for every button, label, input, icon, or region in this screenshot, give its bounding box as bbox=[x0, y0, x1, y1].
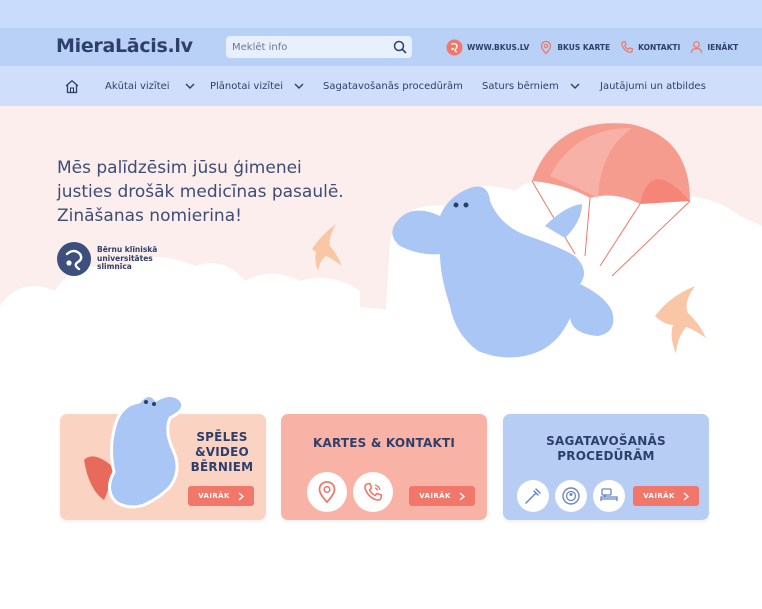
bkus-circle-icon bbox=[446, 38, 463, 56]
card-procedure-prep-title-line-2: PROCEDŪRĀM bbox=[557, 449, 655, 463]
mri-circle bbox=[555, 480, 587, 512]
map-link-label: BKUS KARTE bbox=[557, 42, 611, 52]
login-link-label: IENĀKT bbox=[707, 42, 739, 52]
mri-scanner-icon bbox=[562, 487, 580, 505]
card-games-video-title-line-1: SPĒLES bbox=[196, 430, 248, 444]
nav-home[interactable] bbox=[64, 66, 80, 106]
bkus-link-label: WWW.BKUS.LV bbox=[467, 42, 530, 52]
hospital-bed-circle bbox=[593, 480, 625, 512]
contacts-link-label: KONTAKTI bbox=[638, 42, 681, 52]
login-link[interactable]: IENĀKT bbox=[690, 40, 738, 54]
chevron-down-icon[interactable] bbox=[293, 82, 305, 90]
home-icon bbox=[65, 79, 79, 93]
bkus-logo-icon bbox=[57, 242, 91, 276]
more-button-label: VAIRĀK bbox=[419, 492, 451, 500]
user-icon bbox=[691, 41, 703, 54]
card-games-video[interactable]: SPĒLES &VIDEO BĒRNIEM VAIRĀK bbox=[60, 394, 266, 520]
chevron-down-icon[interactable] bbox=[184, 82, 196, 90]
nav-procedure-prep-label: Sagatavošanās procedūrām bbox=[323, 80, 463, 92]
map-pin-icon bbox=[541, 40, 552, 54]
more-button-label: VAIRĀK bbox=[198, 492, 230, 500]
main-nav: Akūtai vizītei Plānotai vizītei Sagatavo… bbox=[0, 66, 762, 106]
nav-planned-visit[interactable]: Plānotai vizītei bbox=[210, 66, 305, 106]
syringe-icon bbox=[525, 488, 541, 504]
card-maps-contacts[interactable]: KARTES & KONTAKTI VAIRĀK bbox=[281, 414, 487, 520]
card-maps-contacts-title: KARTES & KONTAKTI bbox=[312, 436, 456, 450]
search-icon[interactable] bbox=[392, 39, 408, 55]
partner-name: Bērnu klīniskā universitātes slimnīca bbox=[97, 245, 158, 272]
nav-kids-content-label: Saturs bērniem bbox=[482, 80, 559, 92]
nav-faq[interactable]: Jautājumi un atbildes bbox=[600, 66, 706, 106]
card-procedure-prep-title: SAGATAVOŠANĀS PROCEDŪRĀM bbox=[503, 434, 709, 464]
header-links: WWW.BKUS.LV BKUS KARTE KONTAKTI IENĀKT bbox=[446, 38, 738, 56]
nav-procedure-prep[interactable]: Sagatavošanās procedūrām bbox=[323, 66, 463, 106]
top-strip bbox=[0, 0, 762, 28]
chevron-right-icon bbox=[459, 491, 465, 501]
chevron-right-icon bbox=[683, 491, 689, 501]
card-games-video-title: SPĒLES &VIDEO BĒRNIEM bbox=[182, 430, 262, 475]
card-procedure-prep-title-line-1: SAGATAVOŠANĀS bbox=[546, 434, 666, 448]
map-link[interactable]: BKUS KARTE bbox=[539, 40, 610, 55]
more-button-label: VAIRĀK bbox=[643, 492, 675, 500]
nav-planned-visit-label: Plānotai vizītei bbox=[210, 80, 283, 92]
hero-line-2: justies drošāk medicīnas pasaulē. bbox=[57, 182, 344, 202]
site-header: MieraLācis.lv WWW.BKUS.LV BKUS KARTE bbox=[0, 28, 762, 66]
site-logo[interactable]: MieraLācis.lv bbox=[56, 35, 193, 57]
nav-kids-content[interactable]: Saturs bērniem bbox=[482, 66, 581, 106]
phone-icon bbox=[621, 40, 634, 53]
card-procedure-prep-more-button[interactable]: VAIRĀK bbox=[633, 486, 699, 506]
card-maps-contacts-more-button[interactable]: VAIRĀK bbox=[409, 486, 475, 506]
hero-headline: Mēs palīdzēsim jūsu ģimenei justies droš… bbox=[57, 156, 387, 228]
syringe-circle bbox=[517, 480, 549, 512]
nav-faq-label: Jautājumi un atbildes bbox=[600, 80, 706, 92]
partner-logo[interactable]: Bērnu klīniskā universitātes slimnīca bbox=[57, 242, 177, 276]
card-games-video-more-button[interactable]: VAIRĀK bbox=[188, 486, 254, 506]
search-box bbox=[226, 36, 412, 58]
nav-acute-visit-label: Akūtai vizītei bbox=[105, 80, 170, 92]
bird-left bbox=[312, 224, 342, 271]
map-pin-circle bbox=[307, 472, 347, 512]
hero-line-3: Zināšanas nomierina! bbox=[57, 206, 242, 226]
site-logo-text: MieraLācis.lv bbox=[56, 35, 193, 57]
contacts-link[interactable]: KONTAKTI bbox=[620, 40, 680, 54]
phone-icon bbox=[364, 482, 383, 501]
hero-banner: Mēs palīdzēsim jūsu ģimenei justies droš… bbox=[0, 106, 762, 406]
hospital-bed-icon bbox=[600, 488, 618, 501]
card-procedure-prep[interactable]: SAGATAVOŠANĀS PROCEDŪRĀM VAIRĀK bbox=[503, 414, 709, 520]
phone-circle bbox=[353, 472, 393, 512]
card-games-video-title-line-3: BĒRNIEM bbox=[190, 460, 254, 474]
card-games-video-title-line-2: &VIDEO bbox=[195, 445, 249, 459]
hero-line-1: Mēs palīdzēsim jūsu ģimenei bbox=[57, 158, 302, 178]
chevron-down-icon[interactable] bbox=[569, 82, 581, 90]
bkus-link[interactable]: WWW.BKUS.LV bbox=[446, 38, 530, 56]
chevron-right-icon bbox=[238, 491, 244, 501]
nav-acute-visit[interactable]: Akūtai vizītei bbox=[105, 66, 196, 106]
map-pin-icon bbox=[318, 481, 336, 504]
search-input[interactable] bbox=[226, 36, 392, 58]
